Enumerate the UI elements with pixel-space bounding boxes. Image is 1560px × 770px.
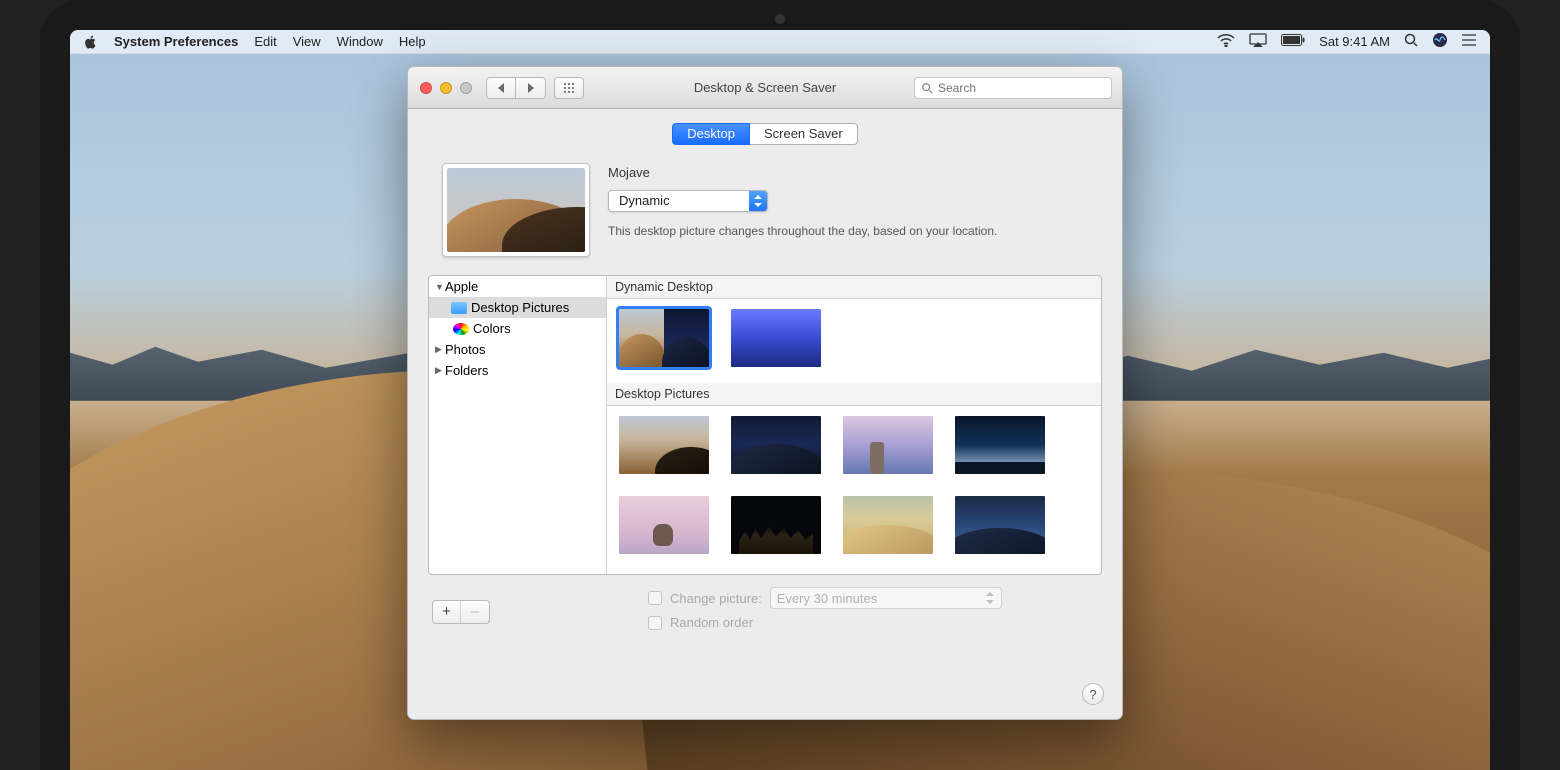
battery-icon[interactable] [1281,34,1305,49]
section-pictures: Desktop Pictures [607,383,1101,406]
help-button[interactable]: ? [1082,683,1104,705]
interval-popup[interactable]: Every 30 minutes [770,587,1002,609]
remove-folder-button[interactable]: – [461,601,489,623]
change-picture-label: Change picture: [670,591,762,606]
sidebar-apple[interactable]: ▼Apple [429,276,606,297]
airplay-icon[interactable] [1249,33,1267,50]
random-order-label: Random order [670,615,753,630]
change-picture-checkbox[interactable] [648,591,662,605]
forward-button[interactable] [516,77,546,99]
thumb-horizon-dark[interactable] [955,416,1045,474]
section-dynamic: Dynamic Desktop [607,276,1101,299]
mode-description: This desktop picture changes throughout … [608,224,1102,238]
wifi-icon[interactable] [1217,33,1235,50]
titlebar[interactable]: Desktop & Screen Saver [408,67,1122,109]
thumb-desert-rock[interactable] [843,416,933,474]
menu-window[interactable]: Window [337,34,383,49]
laptop-bezel: System Preferences Edit View Window Help… [40,0,1520,770]
source-sidebar: ▼Apple Desktop Pictures Colors ▶Photos ▶… [429,276,607,574]
sidebar-folders[interactable]: ▶Folders [429,360,606,381]
thumb-sand-dunes-light[interactable] [843,496,933,554]
sidebar-desktop-pictures[interactable]: Desktop Pictures [429,297,606,318]
add-folder-button[interactable]: + [433,601,461,623]
add-remove-buttons: + – [432,600,490,624]
menubar-clock[interactable]: Sat 9:41 AM [1319,34,1390,49]
sidebar-colors[interactable]: Colors [429,318,606,339]
desktop-screen: System Preferences Edit View Window Help… [70,30,1490,770]
wallpaper-name: Mojave [608,165,1102,180]
menu-view[interactable]: View [293,34,321,49]
thumb-mojave-night[interactable] [731,416,821,474]
mode-popup-value: Dynamic [609,191,749,211]
tab-desktop[interactable]: Desktop [672,123,750,145]
prefs-window: Desktop & Screen Saver Desktop Screen Sa… [407,66,1123,720]
camera-dot [775,14,785,24]
search-field[interactable] [914,77,1112,99]
menu-help[interactable]: Help [399,34,426,49]
notification-center-icon[interactable] [1462,34,1476,49]
spotlight-icon[interactable] [1404,33,1418,50]
menu-edit[interactable]: Edit [254,34,276,49]
thumb-solar-gradients[interactable] [731,309,821,367]
thumb-pink-lake[interactable] [619,496,709,554]
wallpaper-gallery[interactable]: Dynamic Desktop Desktop Pictures [607,276,1101,574]
apple-menu[interactable] [84,35,98,49]
minimize-button[interactable] [440,82,452,94]
menu-app-name[interactable]: System Preferences [114,34,238,49]
tab-screensaver[interactable]: Screen Saver [750,123,858,145]
random-order-checkbox[interactable] [648,616,662,630]
close-button[interactable] [420,82,432,94]
menubar: System Preferences Edit View Window Help… [70,30,1490,54]
mode-popup[interactable]: Dynamic [608,190,768,212]
thumb-mojave-day[interactable] [619,416,709,474]
current-wallpaper-preview [442,163,590,257]
thumb-sand-dunes-blue[interactable] [955,496,1045,554]
tab-control: Desktop Screen Saver [428,123,1102,145]
show-all-button[interactable] [554,77,584,99]
siri-icon[interactable] [1432,32,1448,51]
thumb-mojave-dynamic[interactable] [619,309,709,367]
back-button[interactable] [486,77,516,99]
search-input[interactable] [938,81,1105,95]
zoom-button[interactable] [460,82,472,94]
chevron-updown-icon [749,191,767,211]
sidebar-photos[interactable]: ▶Photos [429,339,606,360]
thumb-night-cactus[interactable] [731,496,821,554]
interval-value: Every 30 minutes [777,591,877,606]
